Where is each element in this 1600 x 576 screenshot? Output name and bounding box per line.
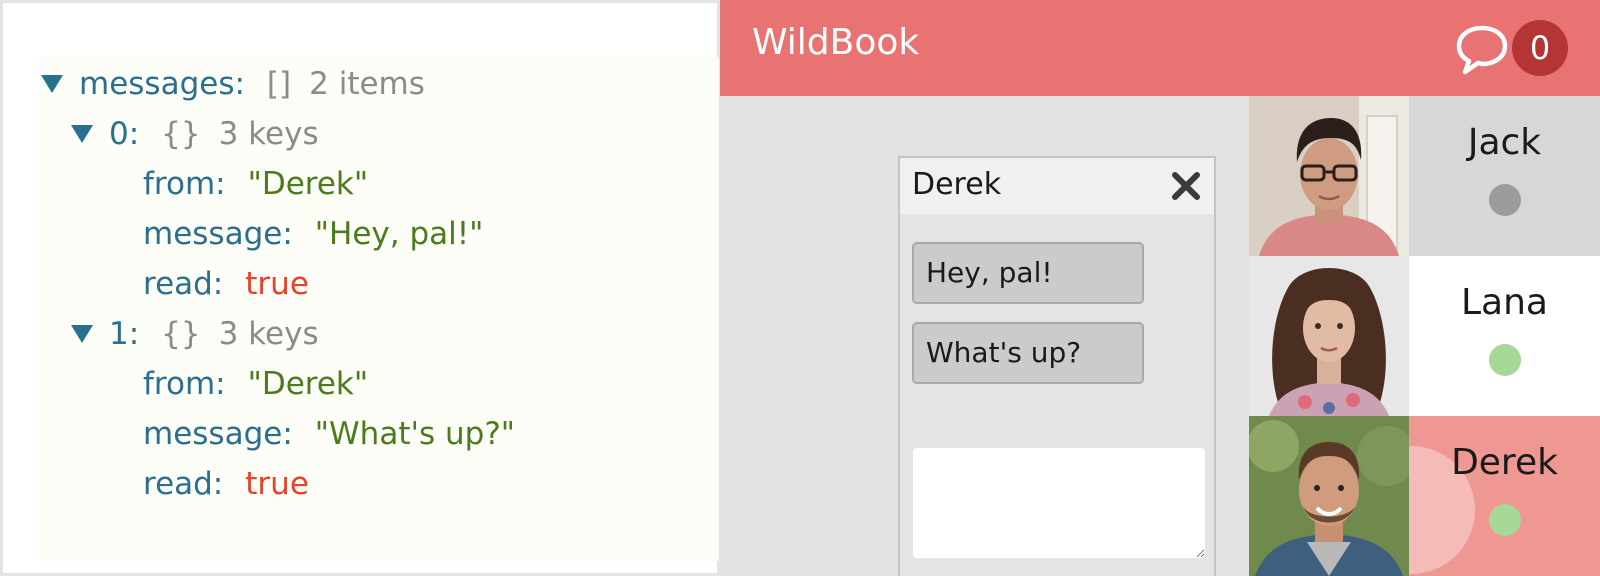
state-inspector-panel: messages: [] 2 items 0: {} 3 keys from: "Dere…: [0, 0, 719, 576]
tree-key: messages:: [79, 66, 245, 102]
triangle-down-icon[interactable]: [71, 324, 93, 343]
avatar: [1249, 96, 1409, 256]
message-input[interactable]: [913, 448, 1205, 558]
tree-leaf-read: read: true: [143, 461, 309, 507]
tree-key: message:: [143, 416, 293, 452]
tree-leaf-message: message: "What's up?": [143, 411, 515, 457]
avatar: [1249, 256, 1409, 416]
app-header: WildBook 0: [720, 0, 1600, 96]
tree-boolean-value: true: [245, 466, 309, 502]
tree-string-value: "Derek": [247, 166, 369, 202]
chat-message-bubble: What's up?: [912, 322, 1144, 384]
tree-key: 1:: [109, 316, 140, 352]
tree-key-count: 3 keys: [218, 316, 319, 352]
triangle-down-icon[interactable]: [41, 74, 63, 93]
chat-recipient-name: Derek: [912, 167, 1002, 202]
tree-string-value: "Hey, pal!": [314, 216, 484, 252]
chat-window: Derek Hey, pal! What's up?: [898, 156, 1216, 576]
json-tree: messages: [] 2 items 0: {} 3 keys from: "Dere…: [39, 57, 719, 561]
tree-leaf-from: from: "Derek": [143, 161, 368, 207]
tree-node-messages[interactable]: messages: [] 2 items: [41, 61, 425, 107]
avatar: [1249, 416, 1409, 576]
tree-key: from:: [143, 366, 226, 402]
tree-node-0[interactable]: 0: {} 3 keys: [71, 111, 319, 157]
app-title: WildBook: [752, 22, 920, 63]
contact-name: Lana: [1461, 282, 1548, 323]
contact-name: Derek: [1451, 442, 1558, 483]
contact-item-derek[interactable]: Derek: [1249, 416, 1600, 576]
tree-type-bracket: []: [266, 66, 292, 102]
chat-message-bubble: Hey, pal!: [912, 242, 1144, 304]
tree-boolean-value: true: [245, 266, 309, 302]
tree-key: read:: [143, 266, 224, 302]
wildbook-app: WildBook 0 Derek Hey, pal! What's up? Ja…: [720, 0, 1600, 576]
unread-count-badge[interactable]: 0: [1512, 20, 1568, 76]
chat-header: Derek: [900, 158, 1214, 214]
tree-string-value: "Derek": [247, 366, 369, 402]
status-indicator: [1489, 184, 1521, 216]
contact-info: Derek: [1409, 416, 1600, 576]
close-icon[interactable]: [1170, 170, 1202, 202]
tree-item-count: 2 items: [309, 66, 425, 102]
contact-item-jack[interactable]: Jack: [1249, 96, 1600, 256]
speech-bubble-icon[interactable]: [1454, 24, 1510, 76]
status-indicator: [1489, 344, 1521, 376]
tree-key-count: 3 keys: [218, 116, 319, 152]
contact-name: Jack: [1467, 122, 1542, 163]
tree-type-bracket: {}: [161, 116, 201, 152]
tree-key: from:: [143, 166, 226, 202]
tree-leaf-from: from: "Derek": [143, 361, 368, 407]
tree-key: 0:: [109, 116, 140, 152]
tree-key: message:: [143, 216, 293, 252]
tree-type-bracket: {}: [161, 316, 201, 352]
contact-item-lana[interactable]: Lana: [1249, 256, 1600, 416]
tree-key: read:: [143, 466, 224, 502]
status-indicator: [1489, 504, 1521, 536]
tree-leaf-read: read: true: [143, 261, 309, 307]
contact-list: Jack Lana Derek: [1249, 96, 1600, 576]
tree-leaf-message: message: "Hey, pal!": [143, 211, 483, 257]
triangle-down-icon[interactable]: [71, 124, 93, 143]
contact-info: Jack: [1409, 96, 1600, 256]
tree-node-1[interactable]: 1: {} 3 keys: [71, 311, 319, 357]
contact-info: Lana: [1409, 256, 1600, 416]
tree-string-value: "What's up?": [314, 416, 516, 452]
